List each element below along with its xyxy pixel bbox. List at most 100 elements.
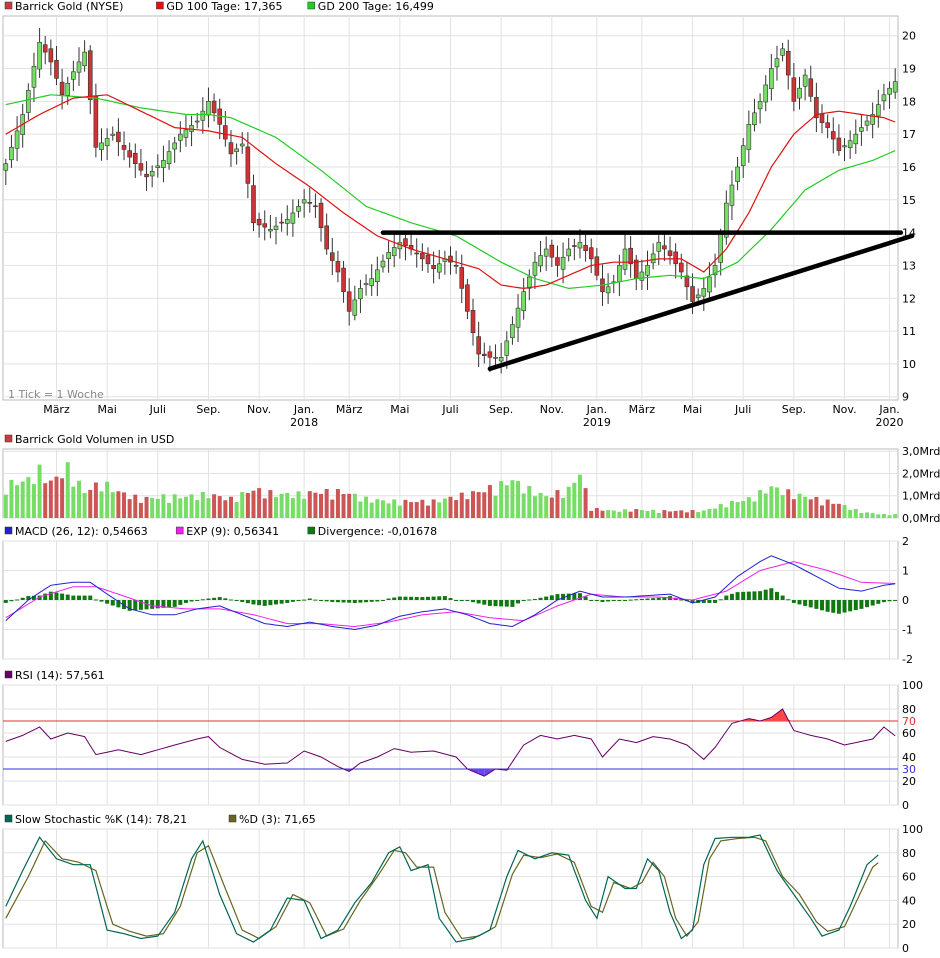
volume-bar [786,489,790,518]
x-tick-label: Jan. [293,403,314,416]
volume-bar [555,490,559,518]
volume-bar [100,491,104,518]
candle-body [94,96,98,147]
divergence-bar [792,600,796,603]
divergence-bar [471,600,475,602]
volume-panel: 0,0Mrd1,0Mrd2,0Mrd3,0MrdBarrick Gold Vol… [3,433,940,525]
x-tick-label: Sep. [782,403,806,416]
volume-bar [691,510,695,518]
candle-body [49,49,53,62]
volume-bar [623,509,627,518]
divergence-bar [888,600,892,601]
price-legend-label: GD 200 Tage: 16,499 [318,0,434,13]
candle-body [206,101,210,115]
volume-bar [330,500,334,518]
candle-body [876,105,880,116]
volume-bar [319,494,323,518]
divergence-bar [516,600,520,603]
divergence-bar [342,600,346,602]
stoch-legend-label: Slow Stochastic %K (14): 78,21 [15,813,187,826]
candle-body [865,121,869,125]
candle-body [719,234,723,262]
volume-bar [668,511,672,518]
divergence-bar [381,600,385,601]
volume-bar [494,496,498,518]
x-tick-label: Sep. [489,403,513,416]
candle-body [843,146,847,147]
volume-bar [510,480,514,518]
volume-bar [719,504,723,518]
x-tick-label: Mai [390,403,409,416]
volume-bar [235,502,239,518]
volume-bar [539,493,543,518]
candle-body [859,128,863,132]
candle-body [797,88,801,98]
candle-body [426,255,430,264]
stock-chart: 91011121314151617181920Barrick Gold (NYS… [0,0,940,958]
candle-body [122,145,126,149]
volume-bar [871,513,875,518]
divergence-bar [809,600,813,607]
candle-body [415,253,419,254]
volume-bar [83,493,87,518]
volume-bar [251,491,255,518]
divergence-bar [297,600,301,601]
volume-bar [342,494,346,518]
divergence-bar [83,596,87,600]
divergence-bar [291,600,295,602]
candle-body [274,226,278,230]
volume-bar [353,494,357,518]
candle-body [353,300,357,315]
volume-bar [612,511,616,518]
volume-bar [550,498,554,518]
volume-bar [302,499,306,518]
candle-body [803,75,807,86]
volume-y-tick-label: 3,0Mrd [902,445,940,458]
divergence-bar [325,600,329,601]
rsi-y-tick-label: 30 [902,763,916,776]
divergence-bar [831,600,835,613]
candle-body [330,253,334,261]
divergence-bar [741,592,745,600]
divergence-bar [409,597,413,600]
volume-bar [629,512,633,518]
divergence-bar [600,600,604,602]
volume-bar [437,502,441,518]
candle-body [347,292,351,312]
volume-bar [640,510,644,518]
volume-bar [471,491,475,518]
candle-body [387,252,391,258]
volume-bar [370,503,374,518]
volume-bar [893,514,897,518]
candle-body [640,272,644,280]
volume-bar [94,482,98,518]
candle-body [505,341,509,356]
candle-body [595,257,599,276]
volume-y-tick-label: 1,0Mrd [902,490,940,503]
divergence-bar [595,600,599,601]
volume-bar [606,510,610,518]
volume-bar [240,492,244,518]
volume-bar [313,493,317,518]
x-tick-label: Juli [734,403,751,416]
candle-body [646,265,650,275]
divergence-bar [775,592,779,600]
candle-body [651,254,655,263]
divergence-bar [21,598,25,600]
divergence-bar [786,599,790,600]
divergence-bar [54,593,58,600]
candle-body [370,279,374,286]
x-tick-label: Juli [149,403,166,416]
divergence-bar [100,600,104,602]
volume-bar [38,465,42,518]
divergence-bar [494,600,498,606]
divergence-bar [865,600,869,607]
volume-bar [111,492,115,518]
volume-bar [477,492,481,518]
candle-body [364,283,368,284]
candle-body [707,277,711,292]
divergence-bar [781,596,785,600]
volume-bar [488,485,492,518]
volume-bar [499,481,503,518]
candle-body [26,90,30,112]
